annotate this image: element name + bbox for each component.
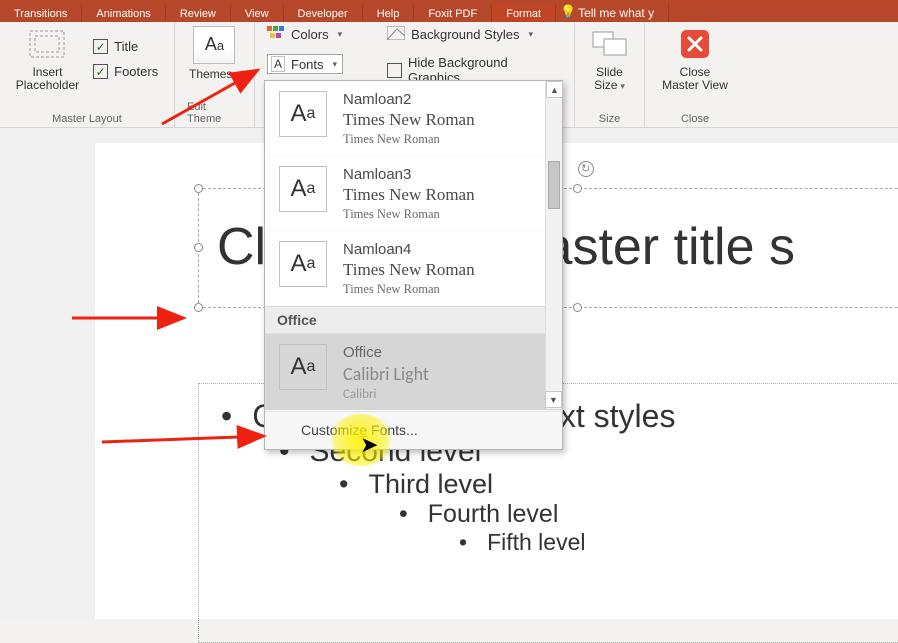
bgstyles-button[interactable]: Background Styles [387, 26, 562, 43]
bgstyles-icon [387, 26, 405, 43]
font-scheme-body: Times New Roman [343, 282, 475, 297]
scroll-up-icon[interactable]: ▲ [546, 81, 563, 98]
tab-format[interactable]: Format [492, 5, 556, 22]
font-scheme-heading: Calibri Light [343, 363, 429, 385]
font-scheme-body: Times New Roman [343, 207, 475, 222]
customize-fonts-item[interactable]: Customize Fonts... [265, 411, 562, 449]
scroll-down-icon[interactable]: ▼ [545, 391, 562, 408]
font-scheme-item[interactable]: Aa Namloan3 Times New Roman Times New Ro… [265, 156, 562, 231]
font-scheme-swatch: Aa [279, 344, 327, 390]
font-scheme-swatch: Aa [279, 166, 327, 212]
group-edit-theme: Aa Themes Edit Theme [175, 22, 255, 127]
fonts-section-header: Office [265, 306, 562, 334]
font-scheme-item-office[interactable]: Aa Office Calibri Light Calibri [265, 334, 562, 411]
slide-size-button[interactable]: Slide Size [592, 26, 628, 92]
font-scheme-heading: Times New Roman [343, 185, 475, 205]
tab-foxit[interactable]: Foxit PDF [414, 5, 492, 22]
group-label: Edit Theme [187, 101, 242, 125]
font-scheme-swatch: Aa [279, 241, 327, 287]
themes-button[interactable]: Aa Themes [189, 26, 240, 81]
fonts-label: Fonts [291, 57, 324, 72]
group-label: Close [681, 113, 709, 125]
close-icon [677, 26, 713, 62]
group-close: Close Master View Close [645, 22, 745, 127]
font-scheme-name: Namloan3 [343, 166, 475, 183]
fonts-button[interactable]: A Fonts [267, 54, 343, 74]
font-scheme-item[interactable]: Aa Namloan2 Times New Roman Times New Ro… [265, 81, 562, 156]
tab-developer[interactable]: Developer [284, 5, 363, 22]
font-scheme-name: Office [343, 344, 429, 361]
slide-size-label: Slide Size [594, 66, 625, 92]
group-label: Size [599, 113, 620, 125]
font-scheme-name: Namloan4 [343, 241, 475, 258]
themes-label: Themes [189, 68, 240, 81]
group-size: Slide Size Size [575, 22, 645, 127]
font-scheme-heading: Times New Roman [343, 260, 475, 280]
bgstyles-label: Background Styles [411, 27, 519, 42]
tab-help[interactable]: Help [363, 5, 415, 22]
list-item[interactable]: Third level [339, 469, 898, 500]
fonts-dropdown: Aa Namloan2 Times New Roman Times New Ro… [264, 80, 563, 450]
insert-placeholder-label: Insert Placeholder [16, 66, 79, 92]
close-master-button[interactable]: Close Master View [662, 26, 728, 92]
font-scheme-swatch: Aa [279, 91, 327, 137]
cursor-icon: ➤ [360, 432, 378, 458]
list-item[interactable]: Fifth level [459, 529, 898, 556]
title-checkbox-label: Title [114, 39, 138, 54]
tell-me[interactable]: Tell me what y [556, 3, 669, 22]
tab-transitions[interactable]: Transitions [0, 5, 82, 22]
tab-review[interactable]: Review [166, 5, 231, 22]
checkbox-icon [93, 39, 108, 54]
customize-fonts-label: C [301, 422, 311, 438]
colors-button[interactable]: Colors [267, 26, 343, 42]
tab-view[interactable]: View [231, 5, 284, 22]
close-master-label: Close Master View [662, 66, 728, 92]
tab-animations[interactable]: Animations [82, 5, 165, 22]
font-scheme-item[interactable]: Aa Namloan4 Times New Roman Times New Ro… [265, 231, 562, 306]
checkbox-icon [387, 63, 402, 78]
footers-checkbox-label: Footers [114, 64, 158, 79]
colors-label: Colors [291, 27, 329, 42]
insert-placeholder-button[interactable]: Insert Placeholder [16, 26, 79, 92]
fonts-icon: A [271, 56, 285, 72]
group-master-layout: Insert Placeholder Title Footers Master … [0, 22, 175, 127]
slide-size-icon [592, 26, 628, 62]
group-label: Master Layout [52, 113, 122, 125]
themes-icon: Aa [193, 26, 235, 64]
ribbon-tabs: Transitions Animations Review View Devel… [0, 0, 898, 22]
font-scheme-name: Namloan2 [343, 91, 475, 108]
footers-checkbox[interactable]: Footers [93, 64, 158, 79]
checkbox-icon [93, 64, 108, 79]
placeholder-icon [29, 26, 65, 62]
rotate-handle[interactable] [578, 161, 594, 177]
colors-icon [267, 26, 285, 42]
font-scheme-body: Calibri [343, 387, 429, 402]
scroll-thumb[interactable] [548, 161, 560, 209]
font-scheme-body: Times New Roman [343, 132, 475, 147]
list-item[interactable]: Fourth level [399, 500, 898, 529]
font-scheme-heading: Times New Roman [343, 110, 475, 130]
title-checkbox[interactable]: Title [93, 39, 158, 54]
dropdown-scrollbar[interactable]: ▲ [545, 81, 562, 409]
